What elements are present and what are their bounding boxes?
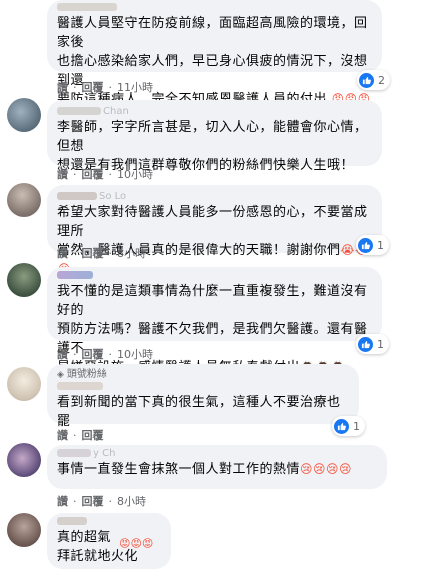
avatar[interactable] (7, 263, 41, 297)
comment-bubble: Chan 李醫師，字字所言甚是，切入人心，能體會你心情，但想 想還是有我們這群尊… (47, 100, 382, 173)
reply-button[interactable]: 回覆 (82, 348, 104, 361)
comment-timestamp[interactable]: 8小時 (117, 247, 146, 260)
comment-actions: 讚 · 回覆 · 11小時 (57, 81, 153, 94)
reaction-count[interactable]: 1 (356, 334, 389, 354)
avatar[interactable] (7, 183, 41, 217)
reaction-count-value: 1 (377, 238, 384, 252)
comment-author[interactable]: So Lo (57, 191, 372, 203)
reaction-count[interactable]: 1 (356, 235, 389, 255)
reaction-count-value: 1 (353, 419, 360, 433)
reply-button[interactable]: 回覆 (82, 247, 104, 260)
avatar[interactable] (7, 367, 41, 401)
like-reaction-icon (358, 237, 373, 253)
like-button[interactable]: 讚 (57, 247, 68, 260)
comment-author[interactable] (57, 516, 161, 528)
comment-bubble: 醫護人員堅守在防疫前線，面臨超高風險的環境，回家後 也擔心感染給家人們，早已身心… (47, 0, 382, 107)
comment-actions: 讚 · 回覆 (57, 429, 104, 442)
comment-author[interactable]: Chan (57, 106, 372, 118)
top-fan-badge: ◈ 頭號粉絲 (57, 369, 107, 380)
comment-timestamp[interactable]: 11小時 (117, 81, 153, 94)
comment-author[interactable] (57, 270, 372, 282)
avatar[interactable] (7, 98, 41, 132)
comment-actions: 讚 · 回覆 · 10小時 (57, 168, 153, 181)
like-button[interactable]: 讚 (57, 81, 68, 94)
reply-button[interactable]: 回覆 (82, 495, 104, 508)
reaction-count[interactable]: 2 (357, 70, 390, 90)
like-reaction-icon (334, 418, 349, 434)
comment-bubble: 我不懂的是這類事情為什麼一直重複發生，難道沒有好的 預防方法嗎？醫護不欠我們，是… (47, 267, 382, 375)
comment-timestamp[interactable]: 10小時 (117, 348, 153, 361)
comment-author[interactable] (57, 381, 349, 393)
comment-timestamp[interactable]: 8小時 (117, 495, 146, 508)
sad-emoji-icon: 😢😢😢😢 (300, 462, 353, 476)
like-button[interactable]: 讚 (57, 348, 68, 361)
reaction-count[interactable]: 1 (332, 416, 365, 436)
like-button[interactable]: 讚 (57, 168, 68, 181)
comment-bubble: So Lo 希望大家對待醫護人員能多一份感恩的心，不要當成理所 當然，醫護人員真… (47, 185, 382, 276)
comment-timestamp[interactable]: 10小時 (117, 168, 153, 181)
comment-bubble: ◈ 頭號粉絲 看到新聞的當下真的很生氣，這種人不要治療也罷 (47, 364, 359, 429)
angry-emoji-icon: 😡😡😡 (119, 537, 154, 550)
comment-bubble: y Ch 事情一直發生會抹煞一個人對工作的熱情😢😢😢😢 (47, 445, 387, 489)
comment-actions: 讚 · 回覆 · 8小時 (57, 247, 146, 260)
reaction-count-value: 2 (378, 73, 385, 87)
like-button[interactable]: 讚 (57, 495, 68, 508)
shield-icon: ◈ (57, 370, 64, 380)
reply-button[interactable]: 回覆 (82, 81, 104, 94)
avatar[interactable] (7, 513, 41, 547)
reply-button[interactable]: 回覆 (82, 429, 104, 442)
comment-text: 看到新聞的當下真的很生氣，這種人不要治療也罷 (57, 395, 341, 429)
like-button[interactable]: 讚 (57, 429, 68, 442)
comment-text: 事情一直發生會抹煞一個人對工作的熱情😢😢😢😢 (57, 462, 353, 477)
comment-actions: 讚 · 回覆 · 8小時 (57, 495, 146, 508)
like-reaction-icon (359, 72, 374, 88)
comment-author[interactable] (57, 2, 372, 14)
like-reaction-icon (358, 336, 373, 352)
comment-text: 我不懂的是這類事情為什麼一直重複發生，難道沒有好的 預防方法嗎？醫護不欠我們，是… (57, 282, 372, 377)
comment-actions: 讚 · 回覆 · 10小時 (57, 348, 153, 361)
reply-button[interactable]: 回覆 (82, 168, 104, 181)
reaction-count-value: 1 (377, 337, 384, 351)
avatar[interactable] (7, 443, 41, 477)
comment-author[interactable]: y Ch (57, 448, 377, 460)
